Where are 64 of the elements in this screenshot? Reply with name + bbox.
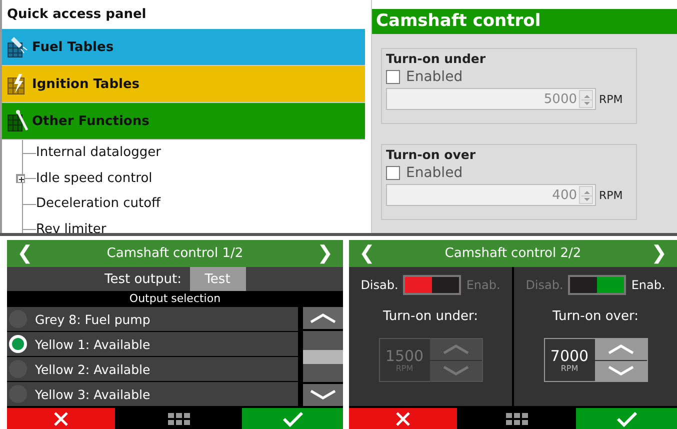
next-button[interactable]: ❯	[313, 240, 337, 267]
output-option[interactable]: Yellow 1: Available	[7, 332, 298, 356]
option-label: Yellow 1: Available	[35, 336, 150, 352]
menu-icon[interactable]	[506, 412, 528, 424]
panel-title: Camshaft control	[372, 9, 677, 34]
cancel-button[interactable]	[349, 408, 457, 429]
previous-button[interactable]: ❮	[13, 240, 37, 267]
group-title: Turn-on under	[386, 51, 487, 66]
output-option[interactable]: Yellow 3: Available	[7, 382, 298, 406]
tree-item[interactable]: Rev limiter	[36, 222, 106, 233]
screen-title: Camshaft control 2/2	[444, 246, 582, 261]
scroll-down-button[interactable]	[303, 384, 343, 406]
confirm-button[interactable]	[242, 408, 343, 429]
checkmark-icon	[616, 410, 638, 428]
unit-label: RPM	[599, 188, 623, 202]
next-button[interactable]: ❯	[647, 240, 671, 267]
switch-label: Disab.	[360, 278, 398, 292]
decrement-button[interactable]	[594, 360, 646, 381]
chevron-up-icon	[309, 312, 337, 324]
close-icon	[395, 410, 411, 426]
toggle-switch[interactable]	[568, 275, 626, 295]
switch-label: Enab.	[631, 278, 666, 292]
other-table-icon	[6, 109, 28, 133]
option-label: Yellow 2: Available	[35, 362, 150, 376]
scroll-thumb[interactable]	[303, 350, 343, 364]
unit-label: RPM	[560, 364, 578, 372]
category-row[interactable]: Ignition Tables	[2, 66, 365, 103]
switch-label: Disab.	[526, 278, 564, 292]
tree-item[interactable]: Internal datalogger	[36, 145, 161, 160]
unit-label: RPM	[599, 92, 623, 106]
cancel-button[interactable]	[7, 408, 115, 429]
chevron-down-icon	[309, 389, 337, 401]
screen-title: Camshaft control 1/2	[106, 246, 244, 261]
category-row[interactable]: Other Functions	[2, 103, 365, 140]
tree-item[interactable]: Deceleration cutoff	[36, 196, 161, 212]
section-header: Output selection	[128, 291, 222, 307]
tree-item[interactable]: Idle speed control	[36, 170, 152, 186]
category-row[interactable]: Fuel Tables	[2, 29, 365, 66]
option-label: Yellow 3: Available	[35, 386, 150, 402]
output-option[interactable]: Grey 8: Fuel pump	[7, 307, 298, 331]
radio-button[interactable]	[9, 335, 27, 353]
field-label: Test output:	[104, 272, 182, 286]
option-label: Grey 8: Fuel pump	[35, 312, 150, 326]
chevron-up-icon	[606, 343, 634, 356]
output-option[interactable]: Yellow 2: Available	[7, 357, 298, 381]
previous-button[interactable]: ❮	[355, 240, 379, 267]
confirm-button[interactable]	[576, 408, 677, 429]
rpm-spinner[interactable]: 7000 RPM	[544, 338, 648, 382]
chevron-down-icon	[606, 364, 634, 377]
group-title: Turn-on over	[386, 147, 477, 162]
fuel-table-icon	[6, 35, 28, 59]
field-label: Turn-on over:	[552, 309, 638, 324]
chevron-down-icon	[442, 364, 470, 377]
chevron-up-icon	[442, 343, 470, 356]
switch-label: Enab.	[466, 278, 500, 292]
scroll-up-button[interactable]	[303, 307, 343, 329]
rpm-value: 7000	[550, 348, 589, 364]
panel-title: Quick access panel	[6, 6, 146, 24]
expand-icon[interactable]	[16, 174, 25, 182]
field-label: Turn-on under:	[382, 309, 478, 324]
rpm-value: 1500	[385, 348, 424, 364]
close-icon	[53, 410, 69, 426]
checkmark-icon	[282, 410, 304, 428]
menu-icon[interactable]	[168, 412, 190, 424]
